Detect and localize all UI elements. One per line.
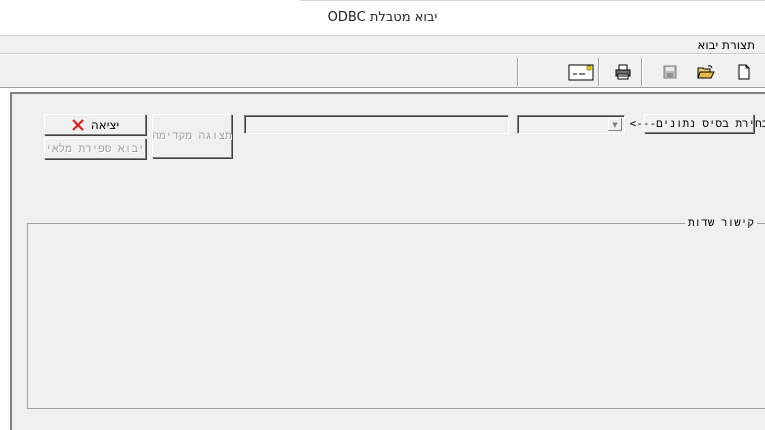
preview-label: תצוגה מקדימה [152, 129, 232, 142]
select-database-label: בחירת בסיס נתונים---> [629, 116, 765, 130]
toolbar-separator [517, 58, 519, 86]
chevron-down-icon[interactable]: ▼ [608, 118, 622, 131]
main-panel: בחירת בסיס נתונים---> ▼ תצוגה מקדימה יצי… [10, 92, 765, 430]
title-bar-divider [300, 0, 765, 1]
field-mapping-group: קישור שדות [27, 216, 765, 409]
new-document-icon [738, 64, 750, 80]
field-mapping-group-label: קישור שדות [684, 216, 757, 230]
open-folder-icon [697, 65, 715, 79]
print-button[interactable] [612, 61, 634, 83]
table-combo[interactable]: ▼ [517, 115, 625, 134]
title-bar: יבוא מטבלת ODBC [0, 0, 765, 35]
exit-button[interactable]: יציאה [44, 114, 146, 135]
import-inventory-button[interactable]: יבוא ספירת מלאי [44, 138, 146, 159]
close-icon [72, 118, 84, 131]
save-button[interactable] [659, 61, 681, 83]
toolbar-separator [641, 58, 643, 86]
menu-item-import-config[interactable]: תצורת יבוא [697, 38, 755, 52]
open-button[interactable] [695, 61, 717, 83]
table-name-field[interactable] [244, 115, 509, 134]
preview-button[interactable]: תצוגה מקדימה [152, 114, 232, 158]
toolbar-separator [598, 58, 600, 86]
envelope-icon [568, 64, 594, 81]
select-database-button[interactable]: בחירת בסיס נתונים---> [630, 114, 765, 133]
menu-bar: תצורת יבוא [0, 35, 765, 54]
save-icon [663, 65, 677, 79]
window-title: יבוא מטבלת ODBC [327, 10, 438, 25]
toolbar [0, 55, 765, 88]
print-icon [615, 64, 631, 80]
exit-label: יציאה [90, 117, 120, 132]
new-document-button[interactable] [733, 61, 755, 83]
mail-button[interactable] [566, 61, 596, 83]
import-inventory-label: יבוא ספירת מלאי [45, 141, 145, 155]
